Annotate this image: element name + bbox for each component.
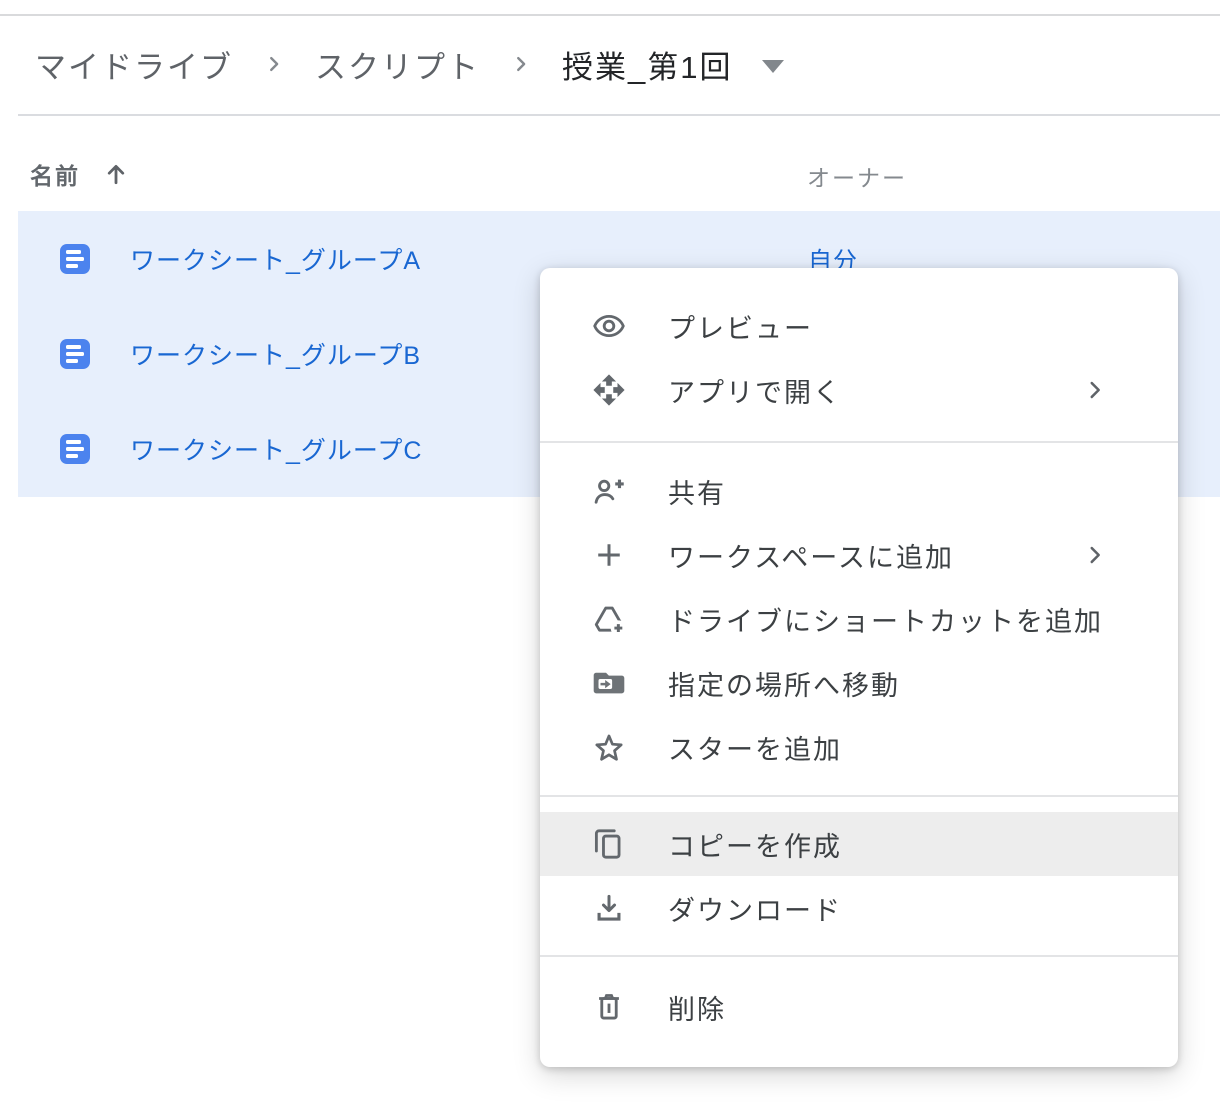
menu-item-download[interactable]: ダウンロード xyxy=(540,876,1178,940)
star-icon xyxy=(592,730,626,764)
person-add-icon xyxy=(592,474,626,508)
menu-item-add-star[interactable]: スターを追加 xyxy=(540,715,1178,779)
column-header-owner: オーナー xyxy=(807,159,907,193)
breadcrumb-item-scripts[interactable]: スクリプト xyxy=(315,42,480,87)
context-menu: プレビュー アプリで開く 共有 ワークスペースに追加 xyxy=(540,268,1178,1067)
submenu-chevron-right-icon xyxy=(1082,542,1108,568)
download-icon xyxy=(592,891,626,925)
google-docs-file-icon xyxy=(60,434,90,464)
menu-item-label: ダウンロード xyxy=(668,889,842,928)
menu-item-label: ドライブにショートカットを追加 xyxy=(668,600,1103,639)
eye-icon xyxy=(592,309,626,343)
menu-item-label: ワークスペースに追加 xyxy=(668,536,954,575)
plus-icon xyxy=(592,538,626,572)
chevron-right-icon xyxy=(263,51,285,77)
menu-item-add-to-workspace[interactable]: ワークスペースに追加 xyxy=(540,523,1178,587)
google-docs-file-icon xyxy=(60,244,90,274)
breadcrumb-divider xyxy=(18,114,1220,116)
menu-item-label: 指定の場所へ移動 xyxy=(668,664,900,703)
trash-icon xyxy=(592,990,626,1024)
caret-down-icon[interactable] xyxy=(762,60,784,73)
context-menu-section-copy: コピーを作成 ダウンロード xyxy=(540,797,1178,955)
menu-item-share[interactable]: 共有 xyxy=(540,459,1178,523)
context-menu-section-delete: 削除 xyxy=(540,957,1178,1067)
copy-icon xyxy=(592,827,626,861)
breadcrumb: マイドライブ スクリプト 授業_第1回 xyxy=(35,38,784,90)
menu-item-label: スターを追加 xyxy=(668,728,842,767)
column-header-name[interactable]: 名前 xyxy=(30,157,130,191)
folder-move-icon xyxy=(592,666,626,700)
file-name: ワークシート_グループC xyxy=(130,431,422,467)
open-with-icon xyxy=(592,373,626,407)
menu-item-label: コピーを作成 xyxy=(668,825,842,864)
menu-item-label: 共有 xyxy=(668,472,726,511)
column-header-name-label: 名前 xyxy=(30,157,80,191)
menu-item-label: プレビュー xyxy=(668,307,813,346)
file-name: ワークシート_グループA xyxy=(130,241,421,277)
google-docs-file-icon xyxy=(60,339,90,369)
menu-item-make-a-copy[interactable]: コピーを作成 xyxy=(540,812,1178,876)
context-menu-section-organize: 共有 ワークスペースに追加 ドライブにショートカットを追加 指定の場所へ移動 xyxy=(540,443,1178,795)
top-divider xyxy=(0,14,1220,16)
drive-add-shortcut-icon xyxy=(592,602,626,636)
file-name: ワークシート_グループB xyxy=(130,336,421,372)
submenu-chevron-right-icon xyxy=(1082,377,1108,403)
menu-item-open-with[interactable]: アプリで開く xyxy=(540,358,1178,422)
chevron-right-icon xyxy=(510,51,532,77)
context-menu-section-open: プレビュー アプリで開く xyxy=(540,268,1178,441)
sort-ascending-icon[interactable] xyxy=(102,159,130,189)
breadcrumb-item-my-drive[interactable]: マイドライブ xyxy=(35,42,233,87)
menu-item-preview[interactable]: プレビュー xyxy=(540,294,1178,358)
menu-item-delete[interactable]: 削除 xyxy=(540,975,1178,1039)
menu-item-move-to[interactable]: 指定の場所へ移動 xyxy=(540,651,1178,715)
menu-item-label: アプリで開く xyxy=(668,371,842,410)
menu-item-label: 削除 xyxy=(668,988,726,1027)
breadcrumb-item-current-folder[interactable]: 授業_第1回 xyxy=(562,42,732,87)
menu-item-add-shortcut-to-drive[interactable]: ドライブにショートカットを追加 xyxy=(540,587,1178,651)
